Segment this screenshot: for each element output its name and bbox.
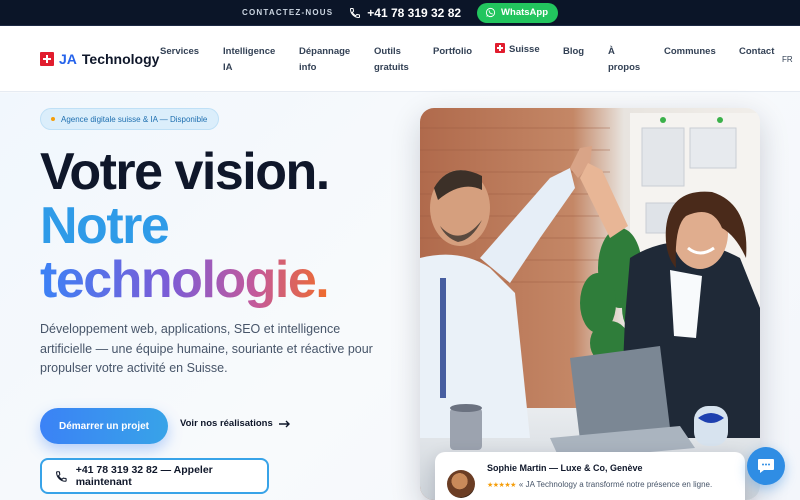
swiss-flag-icon [40, 52, 54, 66]
nav-item-intelligence-ia[interactable]: Intelligence IA [223, 44, 275, 76]
badge-text: Agence digitale suisse & IA — Disponible [61, 114, 208, 124]
chat-widget-button[interactable] [747, 447, 785, 485]
chat-icon [758, 459, 774, 473]
testimonial-quote: « JA Technology a transformé notre prése… [518, 480, 713, 489]
hero-title-line-3: technologie. [40, 251, 330, 309]
view-work-link[interactable]: Voir nos réalisations [180, 418, 291, 429]
testimonial-quote-row: ★★★★★ « JA Technology a transformé notre … [487, 480, 712, 489]
nav-label: IA [223, 62, 233, 73]
nav-item-contact[interactable]: Contact [739, 44, 774, 60]
topbar-phone-number: +41 78 319 32 82 [367, 5, 462, 20]
nav-label: À [608, 46, 615, 57]
nav-label: Contact [739, 46, 775, 57]
arrow-right-icon [278, 420, 290, 427]
phone-icon [350, 7, 361, 18]
brand-name: Technology [81, 51, 160, 67]
phone-icon [56, 470, 67, 482]
nav-label: gratuits [374, 62, 409, 73]
hero-title-line-1: Votre vision. [40, 143, 330, 201]
swiss-flag-icon [495, 43, 505, 53]
brand-prefix: JA [59, 51, 77, 67]
call-now-label: +41 78 319 32 82 — Appeler maintenant [75, 464, 213, 488]
status-dot [51, 117, 55, 121]
hero-photo [420, 108, 760, 500]
view-work-label: Voir nos réalisations [180, 418, 273, 429]
nav-label: Dépannage [299, 46, 351, 57]
start-project-button[interactable]: Démarrer un projet [40, 408, 168, 444]
main-navigation: JA Technology Services Intelligence IA D… [0, 26, 800, 92]
nav-label: Outils [374, 46, 401, 57]
nav-item-services[interactable]: Services [160, 44, 199, 60]
whatsapp-label: WhatsApp [501, 7, 549, 18]
testimonial-author: Sophie Martin — Luxe & Co, Genève [487, 463, 643, 473]
nav-item-suisse[interactable]: Suisse [495, 42, 540, 58]
hero-lead: Développement web, applications, SEO et … [40, 322, 373, 375]
whatsapp-icon [485, 7, 496, 18]
nav-item-outils[interactable]: Outils gratuits [374, 44, 409, 76]
contact-label: CONTACTEZ-NOUS [241, 8, 334, 17]
nav-label: Services [160, 46, 200, 57]
nav-item-portfolio[interactable]: Portfolio [433, 44, 472, 60]
nav-label: Portfolio [433, 46, 473, 57]
nav-label: info [299, 62, 317, 73]
nav-label: Communes [664, 46, 716, 57]
brand-logo[interactable]: JA Technology [40, 51, 159, 67]
nav-item-blog[interactable]: Blog [563, 44, 584, 60]
whatsapp-button[interactable]: WhatsApp [477, 2, 559, 23]
top-contact-bar: CONTACTEZ-NOUS +41 78 319 32 82 WhatsApp [0, 0, 800, 26]
rating-stars: ★★★★★ [487, 482, 516, 489]
call-now-button[interactable]: +41 78 319 32 82 — Appeler maintenant [40, 458, 269, 494]
nav-label: Blog [563, 46, 585, 57]
nav-label: propos [608, 62, 641, 73]
testimonial-card: Sophie Martin — Luxe & Co, Genève ★★★★★ «… [435, 452, 745, 500]
nav-item-a-propos[interactable]: À propos [608, 44, 640, 76]
availability-badge: Agence digitale suisse & IA — Disponible [40, 108, 220, 130]
topbar-phone-link[interactable]: +41 78 319 32 82 [349, 6, 461, 20]
nav-item-depannage[interactable]: Dépannage info [299, 44, 350, 76]
nav-item-communes[interactable]: Communes [664, 44, 716, 60]
language-switcher[interactable]: FR [782, 55, 793, 64]
nav-label: Intelligence [223, 46, 276, 57]
avatar [447, 470, 475, 498]
nav-label: Suisse [509, 44, 540, 55]
hero-title-line-2: Notre [40, 197, 170, 255]
